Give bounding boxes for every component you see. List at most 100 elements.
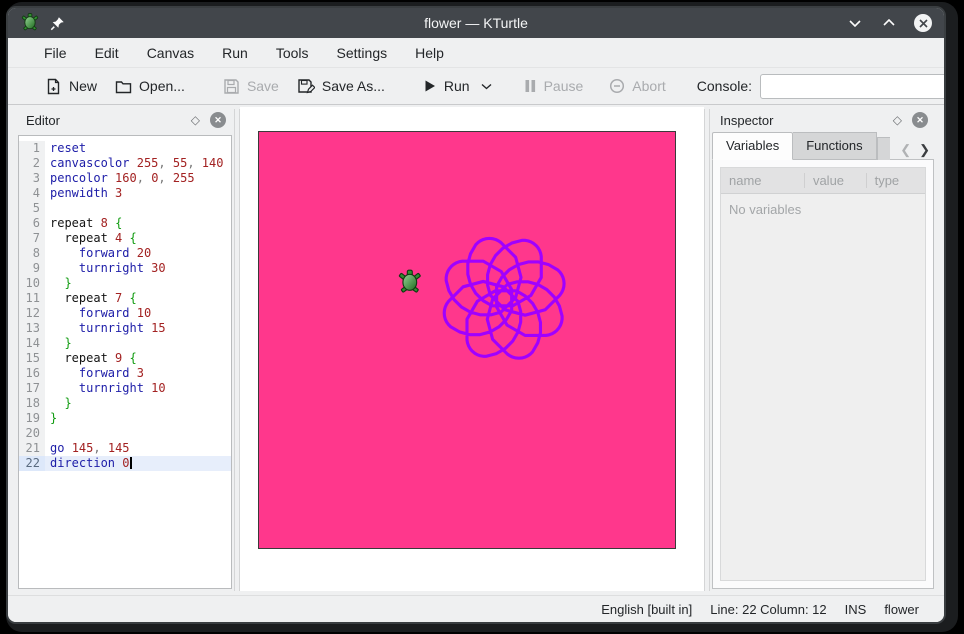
tab-partial[interactable]	[877, 137, 890, 160]
line-number: 20	[19, 426, 45, 441]
inspector-close-button[interactable]: ✕	[912, 112, 928, 128]
chevron-down-icon	[481, 83, 492, 90]
code-line[interactable]: 6repeat 8 {	[19, 216, 231, 231]
line-number: 11	[19, 291, 45, 306]
new-button[interactable]: New	[36, 73, 106, 100]
code-line[interactable]: 11 repeat 7 {	[19, 291, 231, 306]
abort-button[interactable]: Abort	[600, 73, 674, 99]
code-line[interactable]: 1reset	[19, 141, 231, 156]
code-line[interactable]: 10 }	[19, 276, 231, 291]
titlebar[interactable]: flower — KTurtle	[8, 8, 944, 38]
open-folder-icon	[115, 78, 132, 95]
menu-file[interactable]: File	[30, 41, 81, 65]
code-line[interactable]: 19}	[19, 411, 231, 426]
tab-functions[interactable]: Functions	[793, 132, 876, 160]
save-as-button[interactable]: Save As...	[288, 73, 394, 100]
save-button[interactable]: Save	[214, 73, 288, 100]
editor-header: Editor ◇ ✕	[16, 107, 234, 133]
menu-settings[interactable]: Settings	[323, 41, 402, 65]
line-number: 5	[19, 201, 45, 216]
code-line[interactable]: 18 }	[19, 396, 231, 411]
pause-button[interactable]: Pause	[515, 73, 593, 99]
close-button[interactable]	[914, 14, 932, 32]
code-line[interactable]: 3pencolor 160, 0, 255	[19, 171, 231, 186]
abort-icon	[609, 78, 625, 94]
line-number: 21	[19, 441, 45, 456]
status-script-name: flower	[875, 602, 928, 617]
run-play-icon	[423, 79, 437, 93]
code-line[interactable]: 17 turnright 10	[19, 381, 231, 396]
editor-code[interactable]: 1reset2canvascolor 255, 55, 1403pencolor…	[18, 135, 232, 589]
inspector-float-icon[interactable]: ◇	[893, 113, 902, 127]
code-line[interactable]: 15 repeat 9 {	[19, 351, 231, 366]
tab-scroll-left-icon[interactable]: ❮	[900, 143, 911, 156]
kturtle-window: flower — KTurtle File Edit Canvas Run To…	[6, 6, 946, 624]
inspector-header: Inspector ◇ ✕	[710, 107, 936, 133]
variables-table: name value type No variables	[720, 167, 926, 581]
code-line[interactable]: 14 }	[19, 336, 231, 351]
code-line[interactable]: 16 forward 3	[19, 366, 231, 381]
turtle-sprite	[399, 270, 421, 292]
inspector-title: Inspector	[720, 113, 893, 128]
run-speed-dropdown[interactable]	[479, 78, 501, 95]
flower-pen-path	[444, 238, 564, 358]
menu-tools[interactable]: Tools	[262, 41, 323, 65]
code-line[interactable]: 8 forward 20	[19, 246, 231, 261]
code-line[interactable]: 2canvascolor 255, 55, 140	[19, 156, 231, 171]
line-number: 19	[19, 411, 45, 426]
column-value[interactable]: value	[804, 173, 866, 188]
app-turtle-icon	[20, 13, 40, 33]
canvas-page	[240, 107, 704, 591]
save-as-icon	[297, 78, 315, 95]
menu-run[interactable]: Run	[208, 41, 262, 65]
code-line[interactable]: 22direction 0	[19, 456, 231, 471]
run-label: Run	[444, 78, 470, 94]
code-line[interactable]: 5	[19, 201, 231, 216]
line-number: 10	[19, 276, 45, 291]
tab-variables[interactable]: Variables	[712, 132, 793, 160]
code-line[interactable]: 12 forward 10	[19, 306, 231, 321]
code-line[interactable]: 4penwidth 3	[19, 186, 231, 201]
menu-edit[interactable]: Edit	[81, 41, 133, 65]
inspector-panel: Inspector ◇ ✕ Variables Functions ❮ ❯ na…	[710, 105, 944, 595]
status-insert-mode: INS	[836, 602, 876, 617]
column-type[interactable]: type	[866, 173, 925, 188]
line-number: 22	[19, 456, 45, 471]
no-variables-text: No variables	[721, 194, 925, 225]
pause-label: Pause	[544, 78, 584, 94]
minimize-button[interactable]	[846, 14, 864, 32]
line-number: 15	[19, 351, 45, 366]
menu-help[interactable]: Help	[401, 41, 458, 65]
variables-tabpage: name value type No variables	[712, 159, 934, 589]
code-line[interactable]: 13 turnright 15	[19, 321, 231, 336]
save-icon	[223, 78, 240, 95]
line-number: 2	[19, 156, 45, 171]
inspector-tabbar: Variables Functions ❮ ❯	[710, 133, 936, 160]
line-number: 3	[19, 171, 45, 186]
line-number: 17	[19, 381, 45, 396]
line-number: 6	[19, 216, 45, 231]
variables-table-header: name value type	[721, 168, 925, 194]
toolbar: New Open... Save Save As...	[8, 68, 944, 105]
menu-canvas[interactable]: Canvas	[133, 41, 208, 65]
run-button[interactable]: Run	[414, 73, 479, 99]
window-title: flower — KTurtle	[8, 15, 944, 31]
editor-float-icon[interactable]: ◇	[191, 113, 200, 127]
status-cursor-position: Line: 22 Column: 12	[701, 602, 835, 617]
maximize-button[interactable]	[880, 14, 898, 32]
editor-close-button[interactable]: ✕	[210, 112, 226, 128]
console-combobox[interactable]	[760, 74, 946, 99]
code-line[interactable]: 21go 145, 145	[19, 441, 231, 456]
code-line[interactable]: 20	[19, 426, 231, 441]
code-line[interactable]: 7 repeat 4 {	[19, 231, 231, 246]
tab-scroll-right-icon[interactable]: ❯	[919, 143, 930, 156]
code-line[interactable]: 9 turnright 30	[19, 261, 231, 276]
column-name[interactable]: name	[721, 173, 804, 188]
pin-icon[interactable]	[50, 16, 65, 31]
save-label: Save	[247, 78, 279, 94]
editor-panel: Editor ◇ ✕ 1reset2canvascolor 255, 55, 1…	[8, 105, 234, 595]
open-button[interactable]: Open...	[106, 73, 194, 100]
line-number: 8	[19, 246, 45, 261]
turtle-canvas	[258, 131, 676, 549]
abort-label: Abort	[632, 78, 665, 94]
